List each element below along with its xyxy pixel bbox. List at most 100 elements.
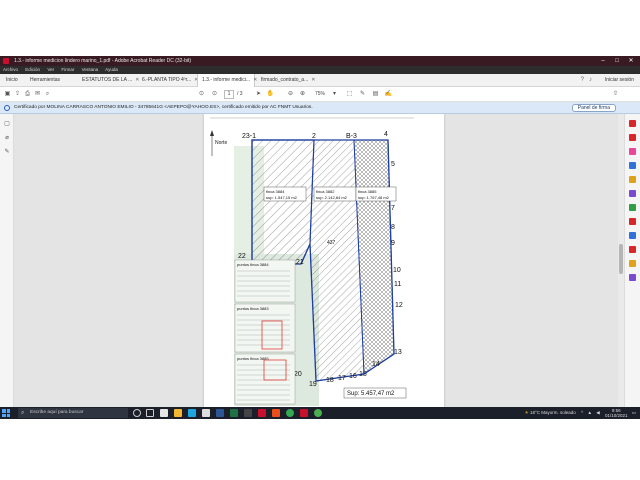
tab-firmado-contrato[interactable]: firmado_contrato_a... ✕ xyxy=(257,74,315,87)
save-icon[interactable]: ▣ xyxy=(3,90,12,99)
cortana-icon[interactable] xyxy=(133,409,141,417)
measure-icon[interactable] xyxy=(629,274,636,281)
word-icon[interactable] xyxy=(216,409,224,417)
menu-ayuda[interactable]: Ayuda xyxy=(105,67,118,72)
network-icon[interactable]: ▲ xyxy=(587,410,591,415)
page-down-icon[interactable]: ⊙ xyxy=(210,90,219,99)
hand-tool-icon[interactable]: ✋ xyxy=(266,90,275,99)
request-signature-icon[interactable] xyxy=(629,232,636,239)
task-view-icon[interactable] xyxy=(146,409,154,417)
certificate-icon xyxy=(4,105,10,111)
corner-label: 2 xyxy=(312,133,316,140)
search-icon[interactable]: ⌕ xyxy=(43,90,52,99)
clock[interactable]: 9:56 01/10/2021 xyxy=(605,408,628,418)
corner-label: 15 xyxy=(359,371,367,378)
coords-table-title: puntos finca 3883 xyxy=(237,306,269,311)
select-tool-icon[interactable]: ➤ xyxy=(254,90,263,99)
notifications-icon[interactable]: ♪ xyxy=(589,77,592,83)
fit-page-icon[interactable]: ⬚ xyxy=(345,90,354,99)
tab-herramientas[interactable]: Herramientas xyxy=(26,74,68,87)
email-icon[interactable]: ✉ xyxy=(33,90,42,99)
document-view[interactable]: Norte 23-1 2 B-3 4 5 6 7 8 9 10 11 12 13 xyxy=(14,114,618,407)
weather-icon: ☀ xyxy=(524,410,529,415)
app-icon[interactable] xyxy=(160,409,168,417)
search-icon: ⌕ xyxy=(21,410,25,416)
close-tab-icon[interactable]: ✕ xyxy=(311,77,315,83)
taskbar-search[interactable]: ⌕ Escribe aquí para buscar xyxy=(18,408,128,418)
plot-3885-name: finca 3885 xyxy=(358,189,377,194)
windows-start-icon[interactable] xyxy=(2,409,10,417)
zoom-in-icon[interactable]: ⊕ xyxy=(298,90,307,99)
store-icon[interactable] xyxy=(202,409,210,417)
tab-label: 6.-PLANTA TIPO 4ºr... xyxy=(142,77,192,83)
excel-icon[interactable] xyxy=(230,409,238,417)
tray-arrow-icon[interactable]: ^ xyxy=(581,410,583,415)
tab-label: Inicio xyxy=(6,77,18,83)
acrobat-taskbar-icon[interactable] xyxy=(300,409,308,417)
north-arrowhead-icon xyxy=(210,130,214,136)
menu-edicion[interactable]: Edición xyxy=(25,67,40,72)
minimize-button[interactable]: – xyxy=(596,56,610,66)
app-icon[interactable] xyxy=(244,409,252,417)
north-label: Norte xyxy=(215,140,227,146)
export-pdf-icon[interactable] xyxy=(629,162,636,169)
title-bar: 1.3.- informe medicion lindero marino_1.… xyxy=(0,56,640,66)
powerpoint-icon[interactable] xyxy=(272,409,280,417)
menu-firmar[interactable]: Firmar xyxy=(61,67,74,72)
help-icon[interactable]: ? xyxy=(581,77,584,83)
tab-informe-medicion[interactable]: 1.3.- informe medici... ✕ xyxy=(197,74,257,87)
tab-label: Herramientas xyxy=(30,77,61,83)
page-up-icon[interactable]: ⊙ xyxy=(197,90,206,99)
signatures-icon[interactable]: ✎ xyxy=(3,148,11,156)
corner-label: 14 xyxy=(372,361,380,368)
comment-icon[interactable]: ✎ xyxy=(358,90,367,99)
upload-icon[interactable]: ⇪ xyxy=(13,90,22,99)
stamp-icon[interactable] xyxy=(629,260,636,267)
right-tools-panel xyxy=(624,114,640,407)
zoom-level[interactable]: 75% xyxy=(315,90,325,99)
create-pdf-icon[interactable] xyxy=(629,120,636,127)
organize-pages-icon[interactable] xyxy=(629,190,636,197)
share-icon[interactable]: ⇧ xyxy=(611,90,620,99)
highlight-icon[interactable]: ▤ xyxy=(371,90,380,99)
zoom-out-icon[interactable]: ⊖ xyxy=(286,90,295,99)
attachments-icon[interactable]: ⌀ xyxy=(3,134,11,142)
edge-icon[interactable] xyxy=(188,409,196,417)
menu-ver[interactable]: Ver xyxy=(47,67,54,72)
corner-label: 11 xyxy=(394,281,401,288)
sign-icon[interactable]: ✍ xyxy=(384,90,393,99)
weather-text[interactable]: 18°C Mayorm. soleado xyxy=(530,410,576,415)
left-nav-panel: ▢ ⌀ ✎ xyxy=(0,114,14,407)
file-explorer-icon[interactable] xyxy=(174,409,182,417)
acrobat-taskbar-icon[interactable] xyxy=(258,409,266,417)
protect-icon[interactable] xyxy=(629,218,636,225)
comment-tool-icon[interactable] xyxy=(629,176,636,183)
app-icon[interactable] xyxy=(314,409,322,417)
tab-label: ESTATUTOS DE LA ... xyxy=(82,77,133,83)
more-tools-icon[interactable] xyxy=(629,246,636,253)
survey-plan-drawing: Norte 23-1 2 B-3 4 5 6 7 8 9 10 11 12 13 xyxy=(210,117,414,406)
close-button[interactable]: ✕ xyxy=(624,56,638,66)
combine-files-icon[interactable] xyxy=(629,134,636,141)
menu-archivo[interactable]: Archivo xyxy=(3,67,18,72)
thumbnails-icon[interactable]: ▢ xyxy=(3,120,11,128)
tab-planta-tipo[interactable]: 6.-PLANTA TIPO 4ºr...✕ xyxy=(138,74,198,87)
maximize-button[interactable]: □ xyxy=(610,56,624,66)
corner-label: 18 xyxy=(326,377,334,384)
page-number-input[interactable]: 1 xyxy=(224,90,234,99)
chevron-down-icon[interactable]: ▾ xyxy=(330,90,339,99)
signature-panel-button[interactable]: Panel de firma xyxy=(571,104,616,112)
signin-link[interactable]: Iniciar sesión xyxy=(605,74,634,87)
tab-estatutos[interactable]: ESTATUTOS DE LA ... ✕ xyxy=(78,74,140,87)
fill-sign-icon[interactable] xyxy=(629,204,636,211)
chrome-icon[interactable] xyxy=(286,409,294,417)
windows-taskbar: ⌕ Escribe aquí para buscar ☀ 18°C Mayorm… xyxy=(0,407,640,419)
edit-pdf-icon[interactable] xyxy=(629,148,636,155)
top-margin xyxy=(0,0,640,56)
scrollbar-thumb[interactable] xyxy=(619,244,623,274)
notification-center-icon[interactable]: ▭ xyxy=(632,410,636,415)
tab-inicio[interactable]: Inicio xyxy=(2,74,24,87)
menu-ventana[interactable]: Ventana xyxy=(82,67,99,72)
print-icon[interactable]: ⎙ xyxy=(23,90,32,99)
volume-icon[interactable]: ◀ xyxy=(596,410,599,415)
